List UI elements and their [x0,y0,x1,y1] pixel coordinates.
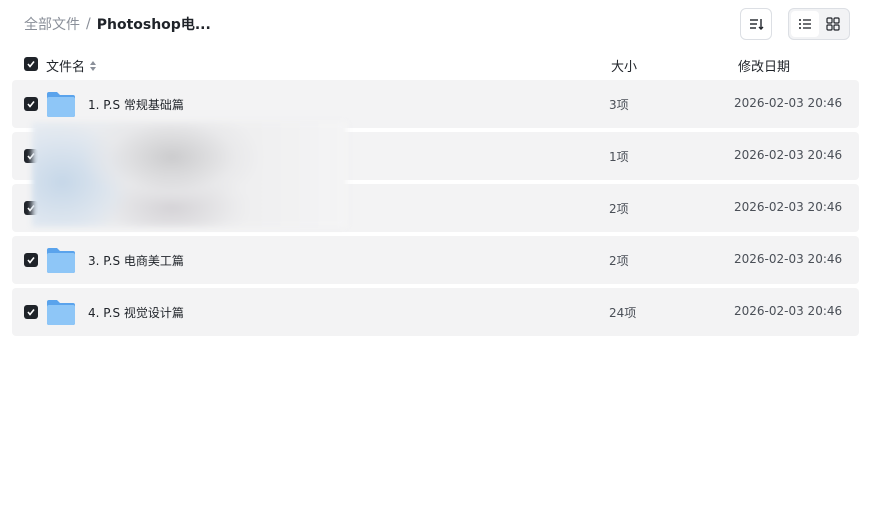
breadcrumb-root-link[interactable]: 全部文件 [24,14,80,34]
breadcrumb-current: Photoshop电... [96,17,211,33]
file-row[interactable]: 4. P.S 视觉设计篇 24项 2026-02-03 20:46 [12,288,859,336]
file-size: 2项 [609,254,629,268]
check-icon [27,257,35,264]
file-name[interactable]: 4. P.S 视觉设计篇 [88,304,184,321]
column-header-name[interactable]: 文件名 [46,56,97,75]
grid-view-icon [826,17,840,31]
view-toggle [788,8,850,40]
file-row[interactable]: 3. P.S 电商美工篇 2项 2026-02-03 20:46 [12,236,859,284]
row-checkbox[interactable] [24,305,38,319]
list-view-icon [799,19,811,29]
list-header: 文件名 大小 修改日期 [12,52,859,76]
file-name[interactable]: 3. P.S 电商美工篇 [88,252,184,269]
grid-view-button[interactable] [819,11,847,37]
select-all-checkbox[interactable] [24,57,38,71]
file-date: 2026-02-03 20:46 [734,252,843,266]
file-date: 2026-02-03 20:46 [734,200,843,214]
column-header-date[interactable]: 修改日期 [738,56,790,75]
check-icon [27,61,35,68]
file-size: 2项 [609,202,629,216]
sort-button[interactable] [740,8,772,40]
check-icon [27,101,35,108]
check-icon [27,309,35,316]
row-checkbox[interactable] [24,97,38,111]
file-size: 24项 [609,306,637,320]
file-row[interactable]: 1. P.S 常规基础篇 3项 2026-02-03 20:46 [12,80,859,128]
folder-icon [47,300,75,325]
file-size: 3项 [609,98,629,112]
redaction-blur [32,122,347,227]
row-checkbox[interactable] [24,253,38,267]
folder-icon [47,92,75,117]
breadcrumb-separator: / [86,16,91,32]
file-date: 2026-02-03 20:46 [734,96,843,110]
column-header-size[interactable]: 大小 [611,56,637,75]
top-bar: 全部文件 / Photoshop电... [0,0,874,48]
file-name[interactable]: 1. P.S 常规基础篇 [88,96,184,113]
file-date: 2026-02-03 20:46 [734,148,843,162]
file-date: 2026-02-03 20:46 [734,304,843,318]
breadcrumb: 全部文件 / Photoshop电... [24,14,211,34]
sort-caret-icon[interactable] [89,60,97,72]
sort-icon [750,19,764,30]
column-header-name-label: 文件名 [46,60,86,75]
list-view-button[interactable] [791,11,819,37]
folder-icon [47,248,75,273]
file-size: 1项 [609,150,629,164]
